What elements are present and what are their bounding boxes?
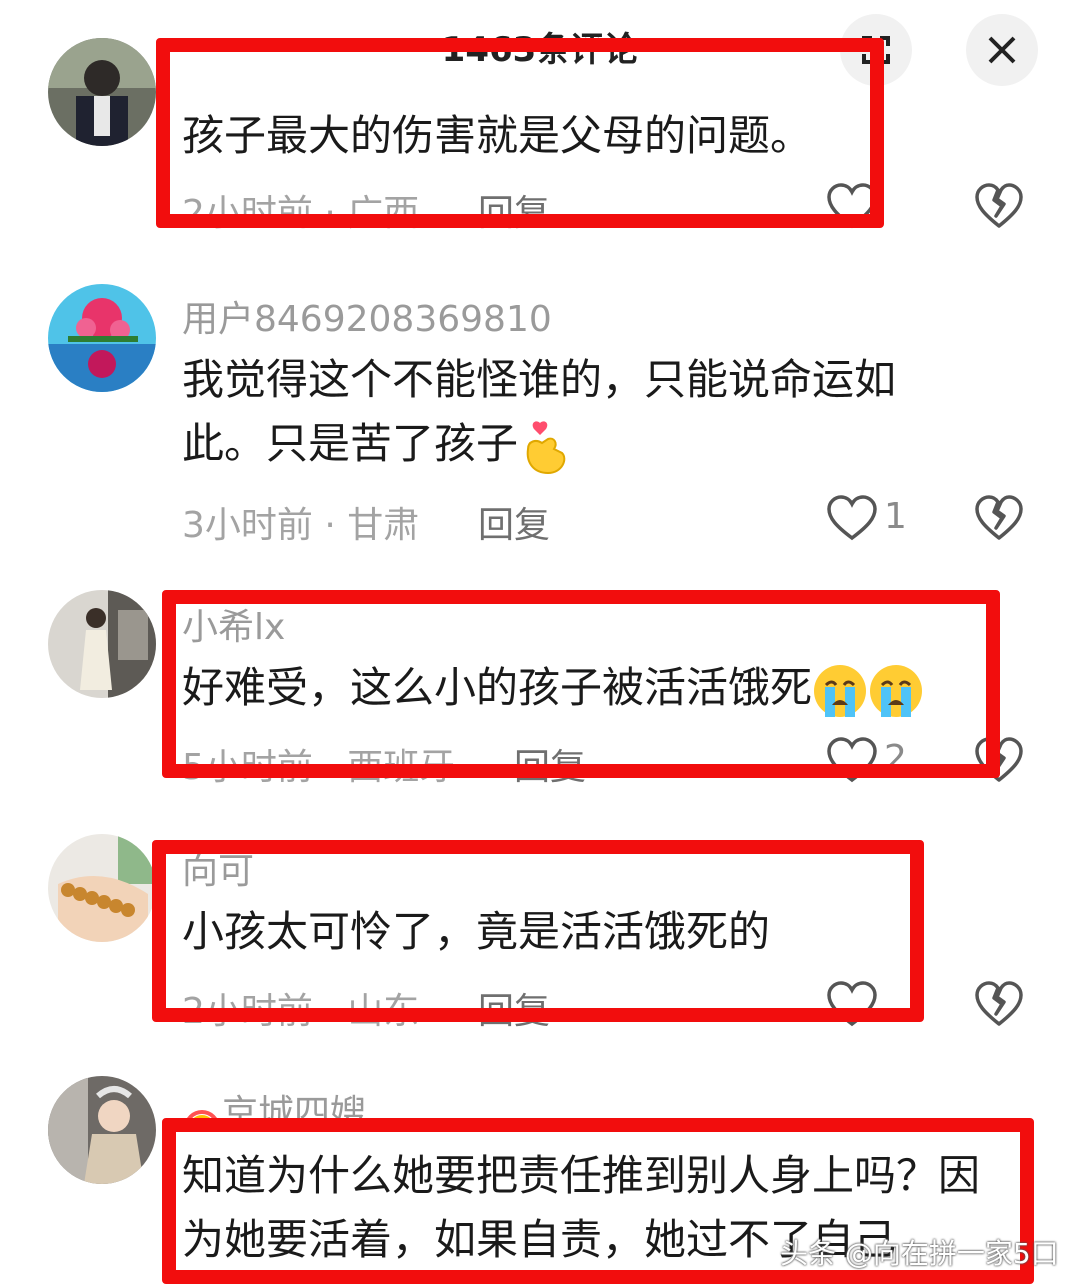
watermark: 头条 @向在拼一家5口 <box>780 1237 1059 1270</box>
comment-time-location: 3小时前 · 甘肃 <box>182 505 420 546</box>
broken-heart-icon[interactable] <box>974 494 1024 542</box>
close-button[interactable] <box>966 14 1038 86</box>
highlight-box <box>162 590 1000 778</box>
comment-content: 我觉得这个不能怪谁的，只能说命运如此。只是苦了孩子 <box>182 348 962 476</box>
highlight-box <box>152 840 924 1022</box>
avatar[interactable] <box>48 38 156 146</box>
avatar[interactable] <box>48 1076 156 1184</box>
avatar[interactable] <box>48 284 156 392</box>
avatar[interactable] <box>48 590 156 698</box>
broken-heart-icon[interactable] <box>974 980 1024 1028</box>
comment-username[interactable]: 用户8469208369810 <box>182 290 552 342</box>
finger-heart-emoji <box>526 420 566 474</box>
broken-heart-icon[interactable] <box>974 182 1024 230</box>
like-count: 1 <box>884 496 907 537</box>
heart-outline-icon[interactable] <box>826 494 878 542</box>
close-icon <box>988 36 1016 64</box>
highlight-box <box>156 38 884 228</box>
reply-button[interactable]: 回复 <box>478 496 550 548</box>
avatar[interactable] <box>48 834 156 942</box>
